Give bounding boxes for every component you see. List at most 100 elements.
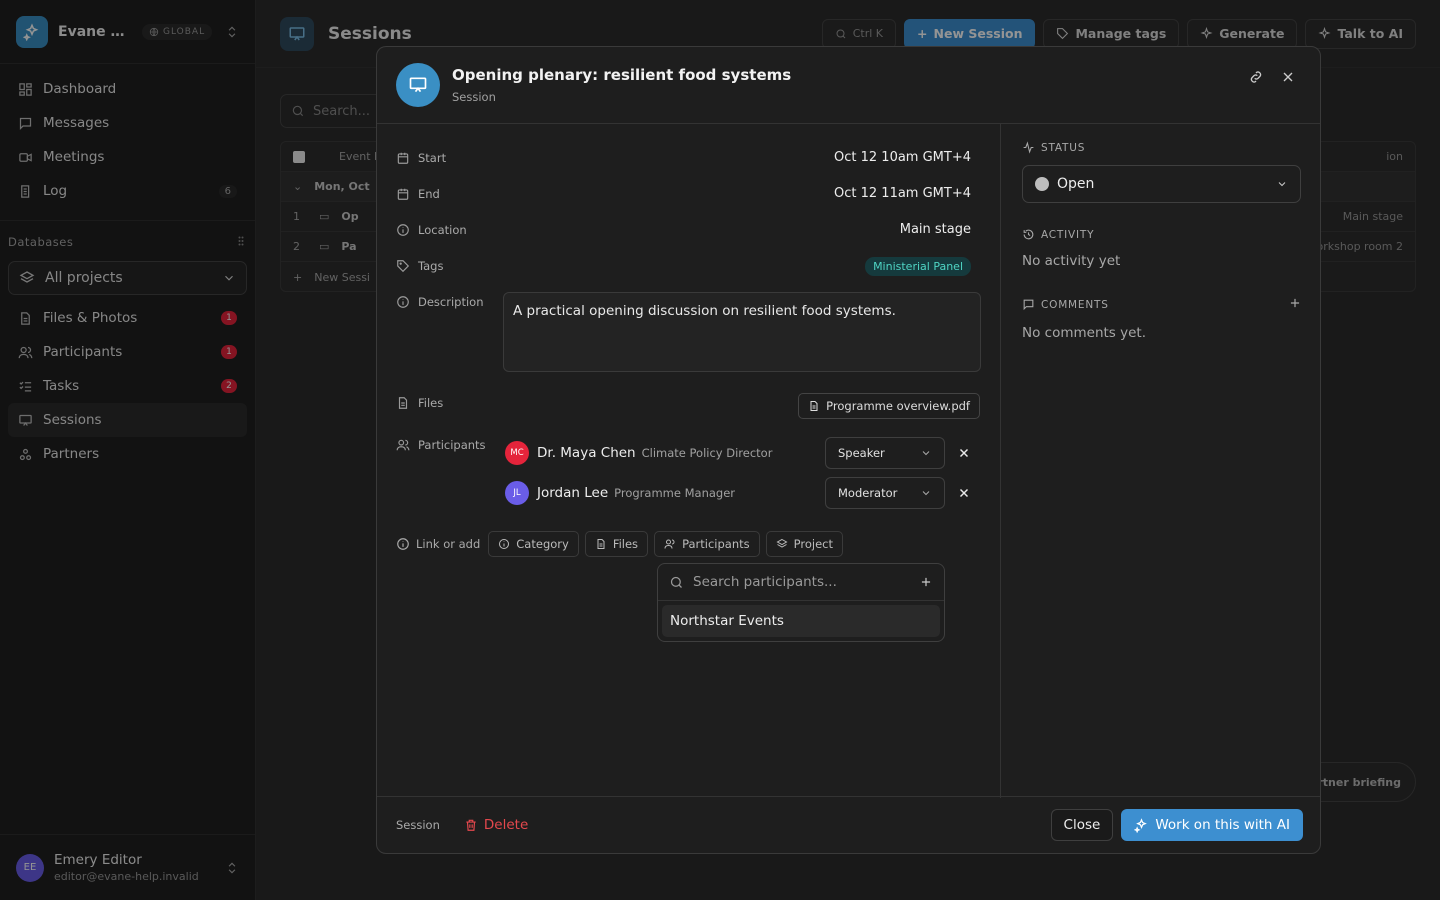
chevron-down-icon	[1278, 182, 1286, 187]
participant-search-input[interactable]: Search participants...	[658, 564, 944, 601]
chip-label: Project	[793, 537, 833, 551]
modal-titles: Opening plenary: resilient food systems …	[452, 66, 791, 104]
participant-row: JL Jordan Lee Programme Manager Moderato…	[505, 477, 981, 509]
avatar: JL	[505, 481, 529, 505]
file-icon	[398, 397, 408, 409]
comments-empty: No comments yet.	[1022, 325, 1146, 341]
status-title: STATUS	[1041, 141, 1086, 154]
property-label: Description	[418, 295, 484, 309]
delete-button[interactable]: Delete	[464, 817, 528, 833]
property-label: Tags	[418, 259, 444, 273]
users-icon	[396, 439, 410, 451]
property-label: End	[418, 187, 440, 201]
modal-footer: Session Delete Close Work on this with A…	[377, 796, 1320, 853]
info-icon	[499, 539, 510, 549]
trash-icon	[466, 819, 476, 831]
link-participants-button[interactable]: Participants	[654, 531, 760, 557]
description-field[interactable]: A practical opening discussion on resili…	[503, 292, 981, 372]
modal-header: Opening plenary: resilient food systems …	[377, 47, 1320, 124]
info-icon	[397, 296, 409, 308]
delete-label: Delete	[483, 817, 529, 833]
calendar-icon	[397, 152, 409, 164]
property-label: Participants	[418, 438, 486, 452]
role-select[interactable]: Speaker	[825, 437, 945, 469]
status-dot	[1035, 177, 1049, 191]
work-with-ai-label: Work on this with AI	[1155, 817, 1290, 833]
presentation-icon	[396, 63, 440, 107]
description-property: Description	[396, 295, 484, 309]
participants-property: Participants	[396, 438, 486, 452]
history-icon	[1023, 229, 1034, 240]
close-button[interactable]: Close	[1050, 809, 1114, 841]
comments-title: COMMENTS	[1041, 298, 1109, 311]
activity-icon	[1023, 141, 1034, 154]
chip-label: Category	[516, 537, 569, 551]
participant-row: MC Dr. Maya Chen Climate Policy Director…	[505, 437, 981, 469]
chip-label: Participants	[682, 537, 750, 551]
role-select[interactable]: Moderator	[825, 477, 945, 509]
activity-empty: No activity yet	[1022, 253, 1121, 269]
end-value[interactable]: Oct 12 11am GMT+4	[834, 186, 971, 201]
comment-icon	[1023, 299, 1034, 311]
file-name: Programme overview.pdf	[826, 399, 970, 413]
session-modal: Opening plenary: resilient food systems …	[376, 46, 1321, 854]
participant-role: Programme Manager	[614, 486, 736, 500]
property-label: Files	[418, 396, 444, 410]
status-select[interactable]: Open	[1022, 165, 1301, 203]
start-value[interactable]: Oct 12 10am GMT+4	[834, 150, 971, 165]
work-with-ai-button[interactable]: Work on this with AI	[1121, 809, 1303, 841]
remove-participant-icon[interactable]	[957, 446, 971, 460]
search-icon	[670, 576, 682, 588]
remove-participant-icon[interactable]	[957, 486, 971, 500]
link-files-button[interactable]: Files	[584, 531, 649, 557]
avatar: MC	[505, 441, 529, 465]
files-property: Files	[396, 396, 443, 410]
file-chip[interactable]: Programme overview.pdf	[798, 393, 980, 419]
users-icon	[664, 539, 675, 549]
footer-label: Session	[396, 818, 440, 832]
file-icon	[597, 539, 605, 549]
tags-property: Tags	[396, 259, 443, 273]
add-comment-icon[interactable]	[1288, 296, 1302, 310]
plus-icon[interactable]	[919, 575, 933, 589]
end-property: End	[396, 187, 440, 201]
link-category-button[interactable]: Category	[488, 531, 579, 557]
comments-header: COMMENTS	[1022, 298, 1109, 311]
modal-subtitle: Session	[452, 90, 496, 104]
start-property: Start	[396, 151, 446, 165]
status-header: STATUS	[1022, 141, 1085, 154]
modal-sidebar: STATUS Open ACTIVITY No activity yet COM…	[1002, 124, 1320, 798]
link-project-button[interactable]: Project	[765, 531, 843, 557]
file-icon	[810, 401, 818, 411]
activity-title: ACTIVITY	[1041, 228, 1095, 241]
modal-title: Opening plenary: resilient food systems	[452, 66, 792, 84]
participant-name[interactable]: Dr. Maya Chen	[537, 445, 636, 461]
role-select-value: Moderator	[838, 486, 898, 500]
role-select-value: Speaker	[838, 446, 885, 460]
search-placeholder: Search participants...	[693, 574, 837, 590]
status-value: Open	[1057, 176, 1095, 192]
close-icon[interactable]	[1280, 69, 1296, 85]
calendar-icon	[397, 188, 409, 200]
property-label: Start	[418, 151, 447, 165]
location-value[interactable]: Main stage	[900, 222, 971, 237]
property-label: Location	[418, 223, 467, 237]
info-icon	[397, 538, 409, 550]
location-property: Location	[396, 223, 467, 237]
link-icon[interactable]	[1248, 69, 1264, 85]
link-label-text: Link or add	[416, 537, 481, 551]
participant-name[interactable]: Jordan Lee	[537, 485, 608, 501]
chevron-down-icon	[922, 491, 930, 496]
modal-properties: Start Oct 12 10am GMT+4 End Oct 12 11am …	[377, 124, 1001, 798]
dropdown-option[interactable]: Northstar Events	[662, 605, 940, 637]
sparkle-icon	[1134, 817, 1148, 833]
tag-icon	[397, 260, 410, 273]
modal-actions	[1248, 69, 1296, 85]
link-or-add-label: Link or add	[396, 537, 480, 551]
link-or-add-row: Link or add Category Files Participants …	[396, 531, 843, 557]
layers-icon	[776, 538, 788, 548]
tag-chip[interactable]: Ministerial Panel	[865, 257, 971, 276]
chevron-down-icon	[922, 451, 930, 456]
participant-role: Climate Policy Director	[641, 446, 773, 460]
chip-label: Files	[612, 537, 639, 551]
